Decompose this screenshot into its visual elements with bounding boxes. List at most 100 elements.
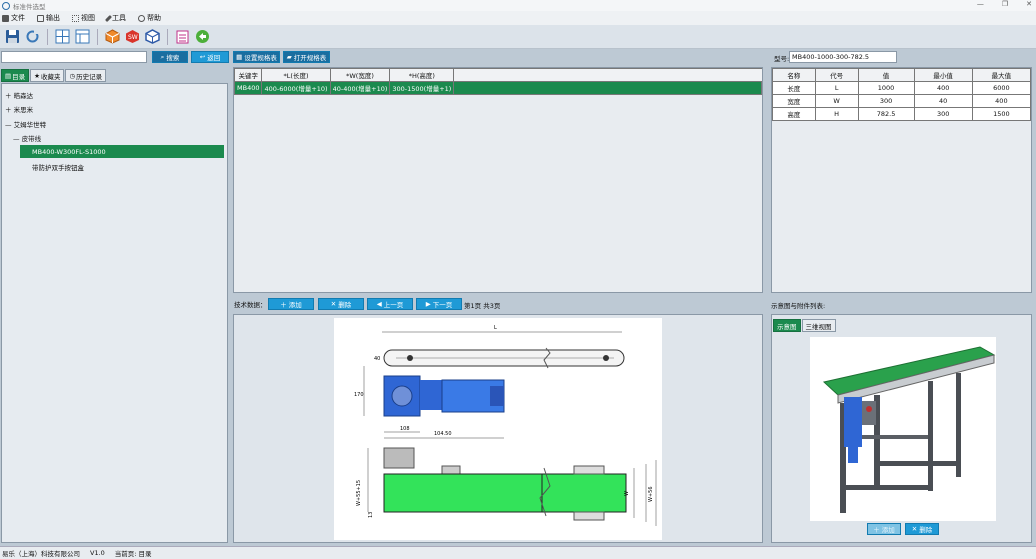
close-icon: ✕ bbox=[911, 525, 918, 533]
cell: 400 bbox=[971, 94, 1032, 108]
dim-W: W bbox=[624, 491, 630, 496]
cell[interactable]: 40-400(增量+10) bbox=[329, 81, 391, 95]
tree-node-selected[interactable]: MB400-W300FL-S1000 bbox=[20, 145, 224, 158]
page-info: 第1页 共3页 bbox=[464, 302, 501, 310]
col-header[interactable]: 最小值 bbox=[913, 68, 973, 82]
cell[interactable]: 300 bbox=[857, 94, 915, 108]
model-field[interactable]: MB400-1000-300-782.5 bbox=[789, 51, 897, 63]
cell: 宽度 bbox=[772, 94, 816, 108]
menu-file[interactable]: 文件 bbox=[2, 13, 25, 23]
col-header[interactable]: 值 bbox=[857, 68, 915, 82]
search-input[interactable] bbox=[1, 51, 147, 63]
drawing-panel: L 40 170 108 104.50 W W+56 W+55+15 13 bbox=[233, 314, 763, 543]
menu-output[interactable]: 输出 bbox=[37, 13, 60, 23]
save-tool-button[interactable] bbox=[4, 28, 21, 45]
grid-tool-button[interactable] bbox=[54, 28, 71, 45]
layout-tool-button[interactable] bbox=[74, 28, 91, 45]
menu-help[interactable]: 帮助 bbox=[138, 13, 161, 23]
col-header[interactable]: 关键字 bbox=[233, 68, 263, 82]
col-header[interactable]: *L(长度) bbox=[261, 68, 331, 82]
cell[interactable]: 782.5 bbox=[857, 107, 915, 121]
table-row[interactable]: 宽度 W 300 40 400 bbox=[772, 94, 1032, 108]
col-header[interactable]: 名称 bbox=[772, 68, 816, 82]
status-bar: 易乐（上海）科技有限公司 V1.0 当前页: 目录 bbox=[0, 546, 1036, 559]
clipboard-icon bbox=[176, 30, 189, 44]
cell[interactable]: 400-6000(增量+10) bbox=[261, 81, 331, 95]
cell[interactable]: 1000 bbox=[857, 81, 915, 95]
arrow-left-icon: ◀ bbox=[376, 300, 382, 308]
close-button[interactable]: ✕ bbox=[1026, 0, 1032, 8]
tab-catalog[interactable]: ▤ 目录 bbox=[1, 69, 30, 82]
cell: 高度 bbox=[772, 107, 816, 121]
dim-L: L bbox=[494, 325, 497, 331]
layout-icon bbox=[75, 29, 90, 44]
preview-tabs: 示意图 三维视图 bbox=[773, 319, 837, 332]
expand-icon: ＋ bbox=[5, 106, 12, 114]
set-spec-button[interactable]: ▦ 设置规格表 bbox=[233, 51, 280, 63]
tab-3d-view[interactable]: 三维视图 bbox=[801, 319, 836, 332]
preview-panel: 示意图 三维视图 ＋添加 ✕ 删除 bbox=[771, 314, 1032, 543]
tree-node[interactable]: — 皮带线 bbox=[13, 133, 41, 143]
collapse-icon: — bbox=[5, 121, 12, 129]
cell: 400 bbox=[913, 81, 973, 95]
go-tool-button[interactable] bbox=[194, 28, 211, 45]
tree-node[interactable]: ＋ 米思米 bbox=[5, 104, 33, 114]
cell: W bbox=[814, 94, 859, 108]
arrow-right-icon: ▶ bbox=[425, 300, 431, 308]
search-button[interactable]: ⌕ 搜索 bbox=[152, 51, 188, 63]
col-header[interactable]: *H(高度) bbox=[389, 68, 455, 82]
box-tool-button[interactable] bbox=[104, 28, 121, 45]
dim-108: 108 bbox=[400, 426, 410, 432]
prev-page-button[interactable]: ◀ 上一页 bbox=[367, 298, 413, 310]
dim-104: 104.50 bbox=[434, 431, 452, 437]
tree-node[interactable]: ＋ 皓森达 bbox=[5, 90, 33, 100]
list-tool-button[interactable] bbox=[174, 28, 191, 45]
param-table-panel: 名称 代号 值 最小值 最大值 长度 L 1000 400 6000 宽度 W … bbox=[771, 67, 1032, 293]
table-row[interactable]: 高度 H 782.5 300 1500 bbox=[772, 107, 1032, 121]
solidworks-tool-button[interactable]: SW bbox=[124, 28, 141, 45]
star-icon: ★ bbox=[34, 71, 40, 80]
catalog-tree: ＋ 皓森达 ＋ 米思米 — 艾姆华世特 — 皮带线 MB400-W300FL-S… bbox=[1, 83, 228, 543]
cell: L bbox=[814, 81, 859, 95]
tab-favorites[interactable]: ★ 收藏夹 bbox=[30, 69, 65, 82]
menu-bar: 文件 输出 视图 工具 帮助 bbox=[0, 11, 1036, 25]
tree-node[interactable]: 带防护双手按钮盒 bbox=[32, 162, 84, 172]
dim-40: 40 bbox=[374, 356, 380, 362]
cube-tool-button[interactable] bbox=[144, 28, 161, 45]
help-icon bbox=[138, 14, 145, 22]
menu-view[interactable]: 视图 bbox=[72, 13, 95, 23]
expand-icon: ＋ bbox=[5, 92, 12, 100]
refresh-tool-button[interactable] bbox=[24, 28, 41, 45]
col-header[interactable]: *W(宽度) bbox=[329, 68, 391, 82]
toolbar: SW bbox=[0, 25, 1036, 49]
tab-schematic[interactable]: 示意图 bbox=[773, 319, 801, 332]
restore-button[interactable]: ❐ bbox=[1002, 0, 1008, 8]
table-row[interactable]: MB400 400-6000(增量+10) 40-400(增量+10) 300-… bbox=[233, 81, 762, 95]
col-header[interactable]: 最大值 bbox=[971, 68, 1032, 82]
cell[interactable]: 300-1500(增量+1) bbox=[389, 81, 455, 95]
cell[interactable]: MB400 bbox=[233, 81, 263, 95]
grid-icon bbox=[55, 29, 70, 44]
current-page: 当前页: 目录 bbox=[114, 550, 152, 558]
col-header[interactable]: 代号 bbox=[814, 68, 859, 82]
attach-delete-button[interactable]: ✕ 删除 bbox=[905, 523, 939, 535]
document-icon bbox=[37, 14, 44, 22]
tab-history[interactable]: ◷ 历史记录 bbox=[65, 69, 107, 82]
attach-add-button[interactable]: ＋添加 bbox=[867, 523, 901, 535]
conveyor-drawing-svg: L 40 170 108 104.50 W W+56 W+55+15 13 bbox=[354, 325, 657, 526]
add-button[interactable]: ＋添加 bbox=[268, 298, 314, 310]
plus-icon: ＋ bbox=[873, 526, 880, 534]
table-row[interactable]: 长度 L 1000 400 6000 bbox=[772, 81, 1032, 95]
tree-node[interactable]: — 艾姆华世特 bbox=[5, 119, 46, 129]
save-icon bbox=[6, 30, 19, 43]
minimize-button[interactable]: — bbox=[977, 0, 984, 8]
view-icon bbox=[72, 14, 79, 22]
cell: 1500 bbox=[971, 107, 1032, 121]
next-page-button[interactable]: ▶ 下一页 bbox=[416, 298, 462, 310]
delete-button[interactable]: ✕ 删除 bbox=[318, 298, 364, 310]
open-spec-button[interactable]: ▰ 打开规格表 bbox=[283, 51, 330, 63]
catalog-icon: ▤ bbox=[5, 71, 12, 80]
search-icon: ⌕ bbox=[160, 52, 165, 61]
back-button[interactable]: ↩ 返回 bbox=[191, 51, 229, 63]
menu-tools[interactable]: 工具 bbox=[104, 13, 126, 23]
